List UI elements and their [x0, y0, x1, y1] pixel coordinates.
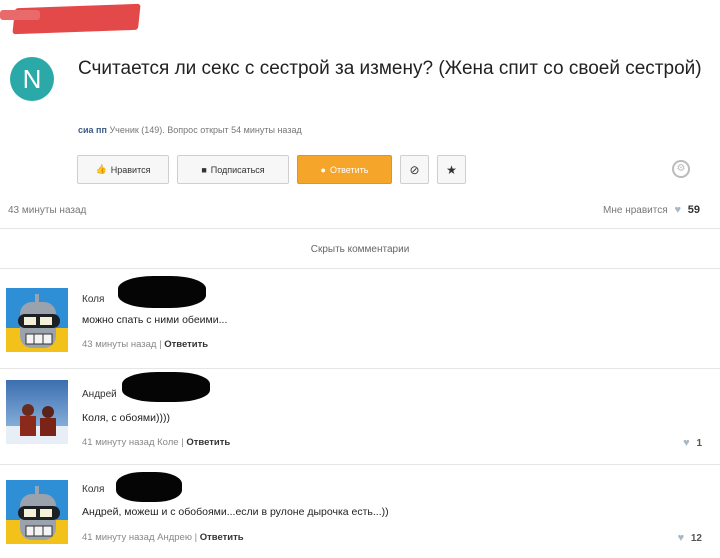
redaction-mark-small	[0, 10, 40, 20]
comment-likes-count: 1	[696, 438, 702, 449]
comment-avatar[interactable]	[6, 480, 68, 544]
block-icon: ⊘	[409, 162, 420, 177]
likes-count: 59	[687, 204, 700, 216]
divider	[0, 268, 720, 269]
comment-item: Коля Андрей, можеш и с обобоями...если в…	[0, 468, 720, 558]
comment-time: 41 минуту назад Коле	[82, 437, 179, 448]
bookmark-icon: ■	[201, 164, 207, 175]
comment-author[interactable]: Коля	[82, 484, 104, 495]
photo-avatar-icon	[6, 380, 68, 444]
dot-icon: ●	[320, 164, 326, 175]
reply-link[interactable]: Ответить	[200, 532, 244, 543]
redaction-blob	[116, 472, 182, 502]
divider	[0, 464, 720, 465]
hide-comments-link[interactable]: Скрыть комментарии	[0, 244, 720, 255]
comment-avatar[interactable]	[6, 288, 68, 352]
question-title: Считается ли секс с сестрой за измену? (…	[78, 58, 702, 79]
likes-label: Мне нравится	[603, 205, 668, 216]
question-actions: 👍 Нравится ■ Подписаться ● Ответить ⊘ ★	[77, 155, 466, 184]
question-author-avatar[interactable]: N	[10, 57, 54, 101]
comment-author[interactable]: Андрей	[82, 389, 117, 400]
divider	[0, 228, 720, 229]
redaction-blob	[118, 276, 206, 308]
heart-icon: ♥	[683, 437, 690, 449]
comment-text: Андрей, можеш и с обобоями...если в руло…	[82, 506, 389, 518]
question-meta-text: Ученик (149). Вопрос открыт 54 минуты на…	[109, 125, 302, 135]
robot-avatar-icon	[6, 288, 68, 352]
answer-button-label: Ответить	[329, 164, 369, 175]
subscribe-button[interactable]: ■ Подписаться	[177, 155, 289, 184]
comment-avatar[interactable]	[6, 380, 68, 444]
block-button[interactable]: ⊘	[400, 155, 429, 184]
comment-time: 43 минуты назад	[82, 339, 157, 350]
comment-time: 41 минуту назад Андрею	[82, 532, 192, 543]
comment-likes[interactable]: ♥ 1	[679, 437, 702, 449]
star-icon: ★	[446, 162, 457, 177]
comment-meta: 43 минуты назад | Ответить	[82, 339, 208, 350]
comment-text: можно спать с ними обеими...	[82, 314, 228, 326]
divider	[0, 368, 720, 369]
reply-link[interactable]: Ответить	[186, 437, 230, 448]
robot-avatar-icon	[6, 480, 68, 544]
question-likes[interactable]: Мне нравится ♥ 59	[603, 204, 700, 216]
comment-likes-count: 12	[690, 533, 702, 544]
comment-item: Андрей Коля, с обоями)))) 41 минуту наза…	[0, 372, 720, 464]
favorite-button[interactable]: ★	[437, 155, 466, 184]
reply-link[interactable]: Ответить	[164, 339, 208, 350]
redaction-blob	[122, 372, 210, 402]
settings-icon[interactable]: ⚙	[672, 160, 690, 178]
answer-button[interactable]: ● Ответить	[297, 155, 392, 184]
heart-icon: ♥	[677, 532, 685, 544]
comment-likes[interactable]: ♥ 12	[674, 532, 702, 544]
question-time: 43 минуты назад	[8, 205, 87, 216]
heart-icon: ♥	[674, 204, 681, 216]
question-meta: сиа пп Ученик (149). Вопрос открыт 54 ми…	[78, 125, 302, 135]
comment-author[interactable]: Коля	[82, 294, 104, 305]
question-author-link[interactable]: сиа пп	[78, 125, 107, 135]
comment-text: Коля, с обоями))))	[82, 412, 170, 424]
subscribe-button-label: Подписаться	[210, 164, 265, 175]
comment-meta: 41 минуту назад Андрею | Ответить	[82, 532, 244, 543]
like-button[interactable]: 👍 Нравится	[77, 155, 169, 184]
thumbs-up-icon: 👍	[95, 164, 107, 174]
comment-meta: 41 минуту назад Коле | Ответить	[82, 437, 230, 448]
like-button-label: Нравится	[110, 164, 151, 175]
comment-item: Коля можно спать с ними обеими... 43 мин…	[0, 276, 720, 368]
